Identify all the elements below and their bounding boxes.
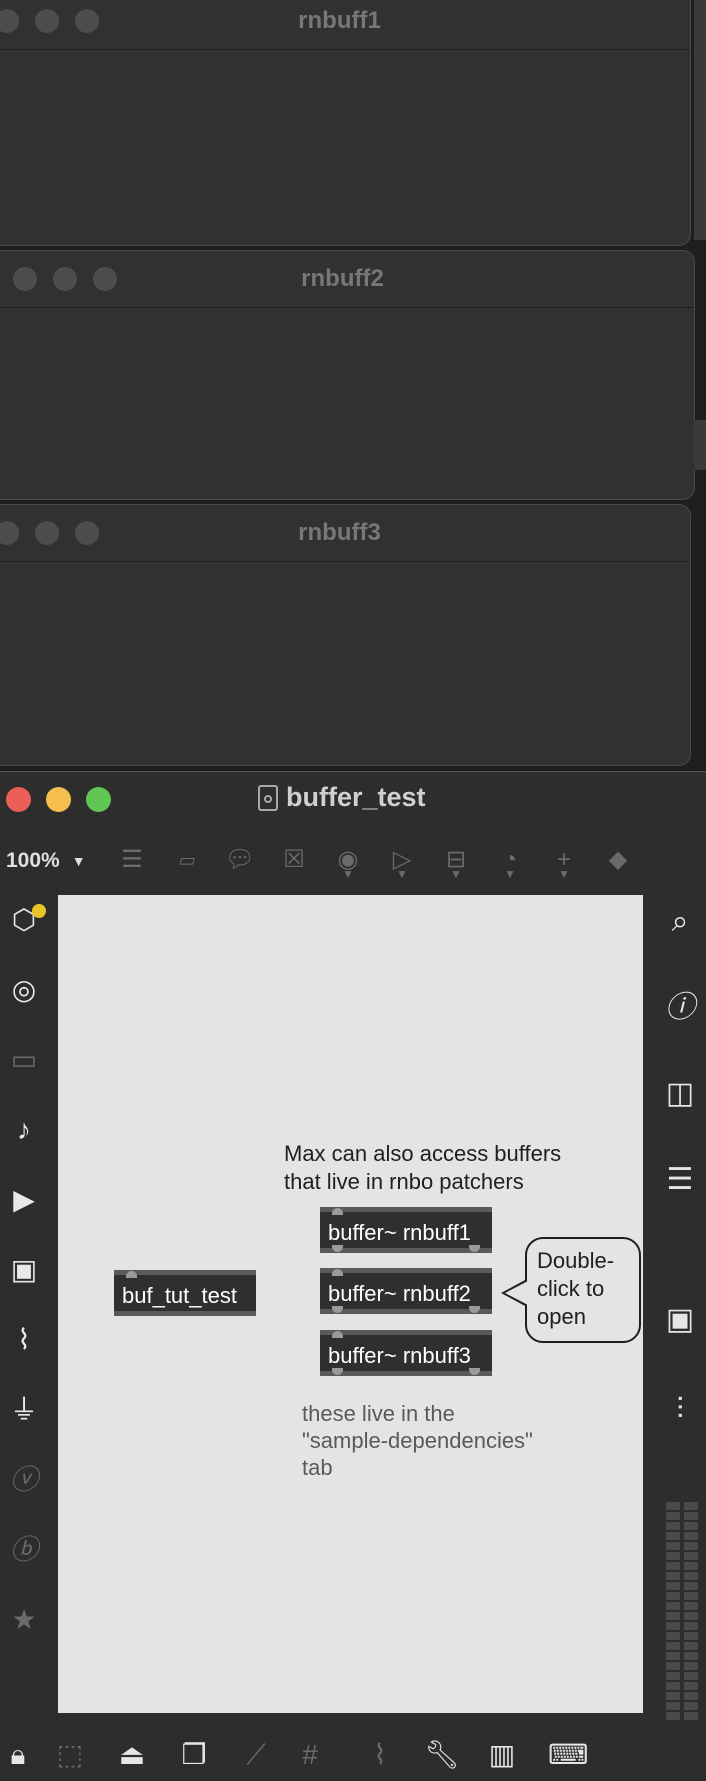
star-icon[interactable]: ★ <box>6 1602 42 1638</box>
message-box-icon[interactable]: ▭ <box>170 844 202 876</box>
bottom-toolbar: 🔒︎ ⬚ ⏏ ❐ ⟋ # ⌇ 🔧︎ ▥ ⌨ <box>0 1729 706 1781</box>
music-note-icon[interactable]: ♪ <box>6 1112 42 1148</box>
object-box-icon[interactable]: ☰ <box>116 844 148 876</box>
outlet[interactable] <box>332 1368 343 1375</box>
object-label: buffer~ rnbuff3 <box>328 1343 471 1368</box>
bubble-line: Double- <box>537 1248 615 1273</box>
close-button[interactable] <box>6 787 31 812</box>
outlet[interactable] <box>332 1306 343 1313</box>
comment-line: that live in rnbo patchers <box>284 1169 524 1194</box>
comment-line: tab <box>302 1455 333 1480</box>
window-edge <box>694 420 706 470</box>
media-icon[interactable]: ▭ <box>6 1042 42 1078</box>
toggle-icon[interactable]: ☒ <box>278 844 310 876</box>
comment-line: Max can also access buffers <box>284 1141 562 1166</box>
layers-icon[interactable]: ❐ <box>176 1737 212 1773</box>
keyboard-icon[interactable]: ⌨ <box>548 1737 588 1773</box>
rnbuff3-titlebar[interactable]: rnbuff3 <box>0 505 690 562</box>
presentation-icon[interactable]: ⏏ <box>114 1737 150 1773</box>
window-title: buffer_test <box>258 782 426 813</box>
piano-icon[interactable]: ▥ <box>484 1737 520 1773</box>
dial-icon[interactable]: ◔ ▼ <box>494 844 526 881</box>
play-icon[interactable]: ▷ ▼ <box>386 844 418 881</box>
inlet[interactable] <box>126 1271 137 1278</box>
inlet[interactable] <box>332 1269 343 1276</box>
callout-bubble: Double- click to open <box>501 1237 641 1343</box>
buffer-object-1[interactable]: buffer~ rnbuff1 <box>320 1207 492 1253</box>
add-icon[interactable]: + ▼ <box>548 844 580 881</box>
mixer-icon[interactable]: ⫶ <box>662 1392 698 1428</box>
window-title: rnbuff3 <box>298 519 381 546</box>
zoom-menu[interactable]: 100% ▼ <box>6 849 86 873</box>
rnbuff1-window[interactable]: rnbuff1 <box>0 0 691 246</box>
rnbuff2-titlebar[interactable]: rnbuff2 <box>0 251 694 308</box>
comment-bottom: these live in the "sample-dependencies" … <box>302 1400 533 1481</box>
window-title-text: buffer_test <box>286 782 426 812</box>
rnbo-object[interactable]: buf_tut_test <box>114 1270 256 1316</box>
plug-icon[interactable]: ⏚ <box>6 1392 42 1428</box>
level-meter-right <box>684 1502 698 1722</box>
button-icon[interactable]: ◉ ▼ <box>332 844 364 881</box>
object-toolbar: ☰ ▭ 💬︎ ☒ ◉ ▼ ▷ ▼ ⊟ ▼ ◔ ▼ + ▼ ◆ <box>116 844 634 881</box>
maximize-button[interactable] <box>86 787 111 812</box>
level-meter-left <box>666 1502 680 1722</box>
presentation-select-icon[interactable]: ⬚ <box>52 1737 88 1773</box>
outlet[interactable] <box>332 1245 343 1252</box>
outlet[interactable] <box>469 1368 480 1375</box>
search-icon[interactable]: ⌕ <box>662 904 698 940</box>
buffer-object-2[interactable]: buffer~ rnbuff2 <box>320 1268 492 1314</box>
inlet[interactable] <box>332 1331 343 1338</box>
grid-icon[interactable]: # <box>292 1737 328 1773</box>
slider-icon[interactable]: ⊟ ▼ <box>440 844 472 881</box>
lock-icon[interactable]: 🔒︎ <box>0 1737 36 1773</box>
buffer-object-3[interactable]: buffer~ rnbuff3 <box>320 1330 492 1376</box>
window-edge <box>694 0 706 240</box>
image-icon[interactable]: ▣ <box>6 1252 42 1288</box>
object-label: buf_tut_test <box>122 1283 237 1308</box>
list-icon[interactable]: ☰ <box>662 1162 698 1198</box>
rnbuff1-titlebar[interactable]: rnbuff1 <box>0 0 690 50</box>
bpatcher-icon[interactable]: ⓑ <box>6 1532 42 1568</box>
wrench-icon[interactable]: 🔧︎ <box>424 1737 460 1773</box>
outlet[interactable] <box>469 1306 480 1313</box>
object-label: buffer~ rnbuff1 <box>328 1220 471 1245</box>
snap-icon[interactable]: ⟋ <box>238 1737 274 1773</box>
zoom-value: 100% <box>6 849 60 872</box>
object-label: buffer~ rnbuff2 <box>328 1281 471 1306</box>
bubble-line: click to <box>537 1276 605 1301</box>
comment-icon[interactable]: 💬︎ <box>224 844 256 876</box>
paperclip-icon[interactable]: ⌇ <box>6 1322 42 1358</box>
rnbuff2-window[interactable]: rnbuff2 <box>0 250 695 500</box>
window-title: rnbuff2 <box>301 265 384 292</box>
rnbuff3-window[interactable]: rnbuff3 <box>0 504 691 766</box>
book-icon[interactable]: ◫ <box>662 1076 698 1112</box>
comment-line: these live in the <box>302 1401 455 1426</box>
camera-icon[interactable]: ▣ <box>662 1302 698 1338</box>
chevron-down-icon: ▼ <box>71 853 86 869</box>
patcher-canvas[interactable]: Max can also access buffers that live in… <box>58 895 643 1713</box>
packages-icon[interactable]: ⬡ <box>6 902 46 938</box>
attach-icon[interactable]: ⌇ <box>362 1737 398 1773</box>
patcher-window[interactable]: buffer_test 100% ▼ ☰ ▭ 💬︎ ☒ ◉ ▼ ▷ ▼ ⊟ ▼ ◔ ▼ … <box>0 771 706 1781</box>
paint-bucket-icon[interactable]: ◆ <box>602 844 634 876</box>
comment-line: "sample-dependencies" <box>302 1428 533 1453</box>
inlet[interactable] <box>332 1208 343 1215</box>
outlet[interactable] <box>469 1245 480 1252</box>
info-icon[interactable]: ⓘ <box>662 990 698 1026</box>
target-icon[interactable]: ◎ <box>6 972 42 1008</box>
document-icon <box>258 784 278 811</box>
bubble-line: open <box>537 1304 586 1329</box>
window-title: rnbuff1 <box>298 7 381 34</box>
patcher-titlebar[interactable]: buffer_test <box>0 772 706 822</box>
minimize-button[interactable] <box>46 787 71 812</box>
vizzie-icon[interactable]: ⓥ <box>6 1462 42 1498</box>
playlist-icon[interactable]: ▶︎ <box>6 1182 42 1218</box>
comment-top: Max can also access buffers that live in… <box>284 1140 561 1196</box>
